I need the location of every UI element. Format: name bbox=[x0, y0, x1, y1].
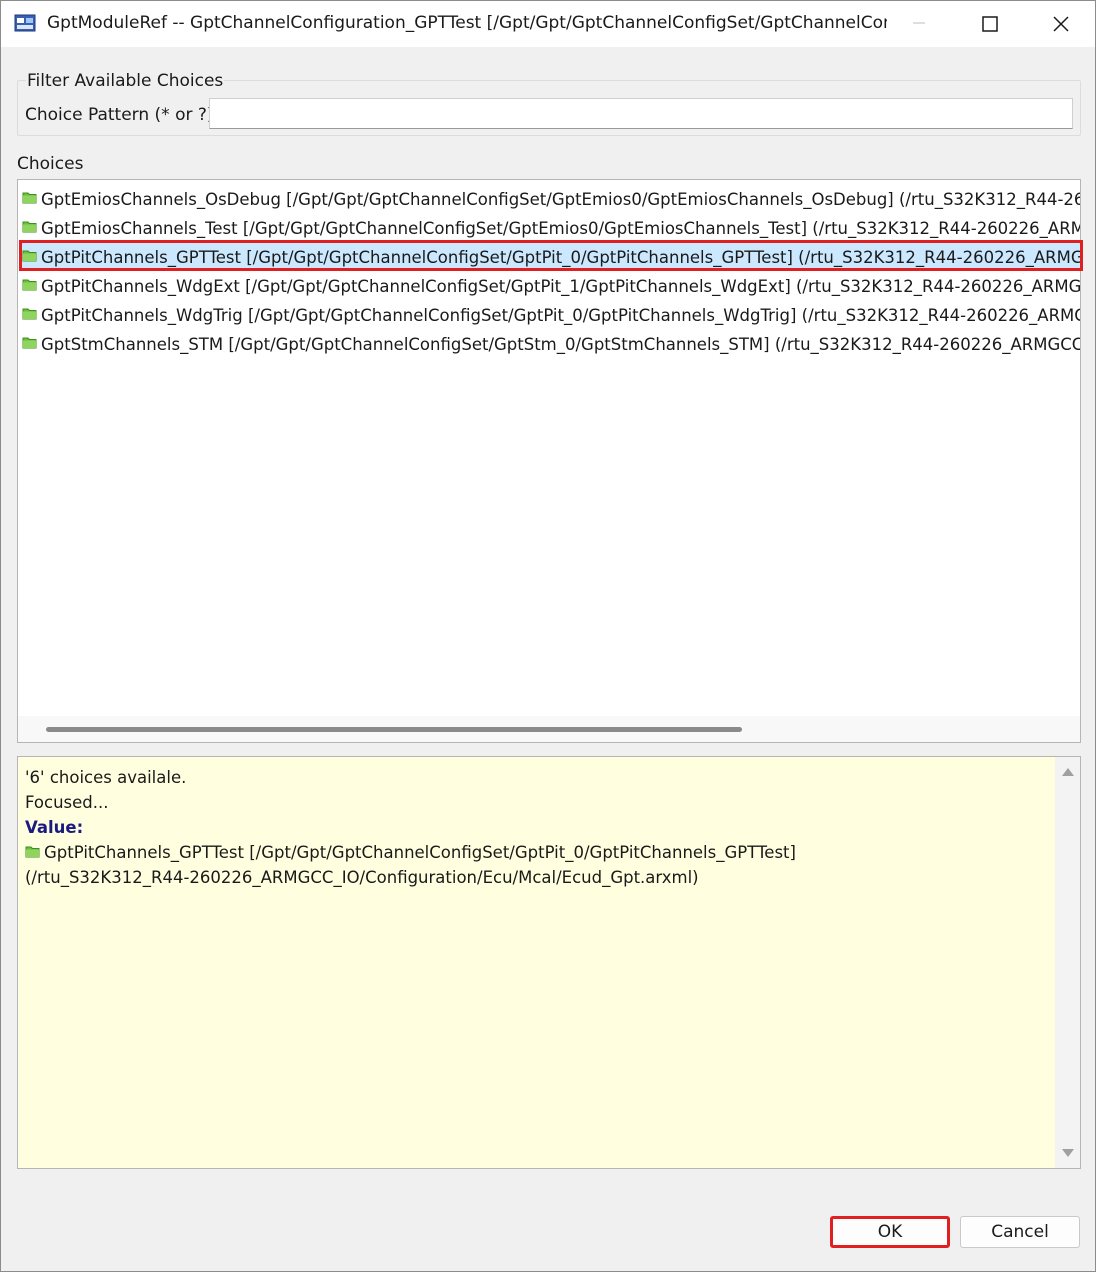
value-label: Value: bbox=[25, 818, 84, 837]
dialog-window: GptModuleRef -- GptChannelConfiguration_… bbox=[0, 0, 1096, 1272]
focused-text: Focused... bbox=[25, 793, 109, 812]
folder-icon bbox=[22, 221, 37, 233]
choice-pattern-input[interactable] bbox=[209, 98, 1073, 129]
folder-icon bbox=[25, 846, 40, 858]
choice-item[interactable]: GptPitChannels_GPTTest [/Gpt/Gpt/GptChan… bbox=[22, 243, 1081, 270]
cancel-button[interactable]: Cancel bbox=[960, 1216, 1080, 1248]
scroll-down-icon[interactable] bbox=[1062, 1149, 1074, 1157]
choice-item[interactable]: GptStmChannels_STM [/Gpt/Gpt/GptChannelC… bbox=[22, 330, 1081, 357]
choice-item[interactable]: GptEmiosChannels_Test [/Gpt/Gpt/GptChann… bbox=[22, 214, 1080, 241]
maximize-icon bbox=[982, 16, 998, 32]
vertical-scrollbar[interactable] bbox=[1055, 757, 1080, 1168]
choices-count-text: '6' choices availale. bbox=[25, 768, 187, 787]
close-button[interactable] bbox=[1033, 1, 1089, 47]
choice-item-label: GptEmiosChannels_Test [/Gpt/Gpt/GptChann… bbox=[41, 219, 1080, 238]
folder-icon bbox=[22, 192, 37, 204]
value-line-1: GptPitChannels_GPTTest [/Gpt/Gpt/GptChan… bbox=[44, 843, 796, 862]
choice-item-label: GptEmiosChannels_OsDebug [/Gpt/Gpt/GptCh… bbox=[41, 190, 1080, 209]
horizontal-scrollbar[interactable] bbox=[18, 716, 1080, 742]
choice-pattern-label: Choice Pattern (* or ?) bbox=[25, 105, 214, 125]
minimize-icon bbox=[913, 22, 925, 24]
minimize-button[interactable] bbox=[891, 1, 947, 47]
maximize-button[interactable] bbox=[963, 1, 1019, 47]
choices-label: Choices bbox=[17, 154, 84, 174]
scroll-up-icon[interactable] bbox=[1062, 768, 1074, 776]
horizontal-scrollbar-thumb[interactable] bbox=[46, 727, 742, 732]
folder-icon bbox=[22, 308, 37, 320]
folder-icon bbox=[22, 279, 37, 291]
value-line-2: (/rtu_S32K312_R44-260226_ARMGCC_IO/Confi… bbox=[25, 868, 699, 887]
window-title: GptModuleRef -- GptChannelConfiguration_… bbox=[47, 13, 887, 33]
title-bar[interactable]: GptModuleRef -- GptChannelConfiguration_… bbox=[1, 1, 1095, 47]
close-icon bbox=[1053, 16, 1069, 32]
choice-item-label: GptStmChannels_STM [/Gpt/Gpt/GptChannelC… bbox=[41, 335, 1081, 354]
folder-icon bbox=[22, 250, 37, 262]
folder-icon bbox=[22, 337, 37, 349]
app-icon bbox=[14, 14, 36, 32]
choice-item-label: GptPitChannels_WdgTrig [/Gpt/Gpt/GptChan… bbox=[41, 306, 1080, 325]
value-line: GptPitChannels_GPTTest [/Gpt/Gpt/GptChan… bbox=[25, 840, 796, 865]
choice-item[interactable]: GptPitChannels_WdgExt [/Gpt/Gpt/GptChann… bbox=[22, 272, 1081, 299]
choice-item-label: GptPitChannels_GPTTest [/Gpt/Gpt/GptChan… bbox=[41, 248, 1081, 267]
choices-list[interactable]: GptEmiosChannels_OsDebug [/Gpt/Gpt/GptCh… bbox=[17, 179, 1081, 743]
info-panel[interactable]: '6' choices availale. Focused... Value: … bbox=[17, 756, 1081, 1169]
choice-item[interactable]: GptEmiosChannels_OsDebug [/Gpt/Gpt/GptCh… bbox=[22, 185, 1080, 212]
ok-button[interactable]: OK bbox=[830, 1216, 950, 1248]
choice-item[interactable]: GptPitChannels_WdgTrig [/Gpt/Gpt/GptChan… bbox=[22, 301, 1080, 328]
filter-legend: Filter Available Choices bbox=[26, 71, 225, 91]
choice-item-label: GptPitChannels_WdgExt [/Gpt/Gpt/GptChann… bbox=[41, 277, 1081, 296]
